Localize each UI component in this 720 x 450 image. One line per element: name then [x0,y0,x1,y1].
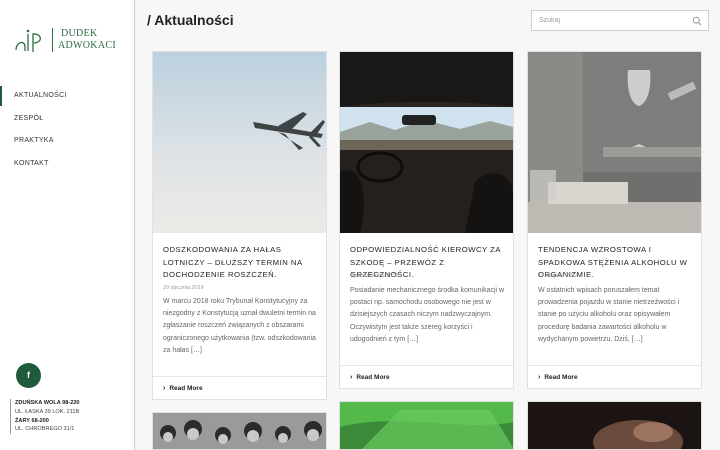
post-card-4[interactable] [152,412,327,450]
address-street-1: UL. ŁASKA 39 LOK. 211B [10,407,80,417]
address-city-2: ŻARY 68-200 [10,416,80,426]
post-excerpt: Posiadanie mechanicznego środka komunika… [350,287,505,343]
logo-mark-icon [15,29,41,52]
logo-line-2: ADWOKACI [58,40,116,51]
chevron-right-icon: › [350,374,353,381]
page-title: / Aktualności [147,12,234,28]
read-more-label: Read More [544,374,578,381]
nav-item-zespol[interactable]: ZESPÓŁ [0,108,134,131]
post-date: 29 stycznia 2019 [163,285,204,291]
search-box [531,10,709,31]
nav-item-kontakt[interactable]: KONTAKT [0,153,134,176]
post-image-car-road[interactable] [340,52,513,233]
read-more-link[interactable]: › Read More [528,365,701,389]
post-excerpt: W marcu 2018 roku Trybunał Konstytucyjny… [163,298,316,354]
post-image-wine-glass[interactable] [528,52,701,233]
post-image-fighter-jet[interactable] [153,52,326,233]
post-card-6[interactable] [527,401,702,450]
chevron-right-icon: › [538,374,541,381]
nav-item-praktyka[interactable]: PRAKTYKA [0,130,134,153]
post-image-crowd [153,413,326,449]
address-block: ZDUŃSKA WOLA 98-220 UL. ŁASKA 39 LOK. 21… [10,399,80,435]
post-image-dark [528,402,701,449]
post-card-2: ODPOWIEDZIALNOŚĆ KIEROWCY ZA SZKODĘ – PR… [339,51,514,389]
chevron-right-icon: › [163,385,166,392]
logo-line-1: DUDEK [61,28,98,39]
logo-separator [52,28,53,52]
post-date: 4 października 2018 [350,273,399,279]
logo-text: DUDEK ADWOKACI [58,28,116,52]
post-excerpt: W ostatnich wpisach poruszałem temat pro… [538,287,680,343]
read-more-link[interactable]: › Read More [340,365,513,389]
post-card-1: ODSZKODOWANIA ZA HAŁAS LOTNICZY – DŁUŻSZ… [152,51,327,400]
facebook-icon[interactable]: f [16,363,41,388]
address-city-1: ZDUŃSKA WOLA 98-220 [10,399,80,408]
main-nav: AKTUALNOŚCI ZESPÓŁ PRAKTYKA KONTAKT [0,85,134,175]
post-image-green [340,402,513,449]
address-street-2: UL. CHROBREGO 31/1 [10,425,80,435]
sidebar: DUDEK ADWOKACI AKTUALNOŚCI ZESPÓŁ PRAKTY… [0,0,135,450]
search-icon[interactable] [692,16,702,26]
site-logo[interactable]: DUDEK ADWOKACI [14,26,124,56]
read-more-link[interactable]: › Read More [153,376,326,400]
search-input[interactable] [532,11,682,30]
read-more-label: Read More [356,374,390,381]
post-date: 17 sierpnia 2017 [538,273,578,279]
nav-item-aktualnosci[interactable]: AKTUALNOŚCI [0,85,134,108]
read-more-label: Read More [169,385,203,392]
post-card-5[interactable] [339,401,514,450]
post-title[interactable]: ODSZKODOWANIA ZA HAŁAS LOTNICZY – DŁUŻSZ… [163,244,316,282]
post-card-3: TENDENCJA WZROSTOWA I SPADKOWA STĘŻENIA … [527,51,702,389]
